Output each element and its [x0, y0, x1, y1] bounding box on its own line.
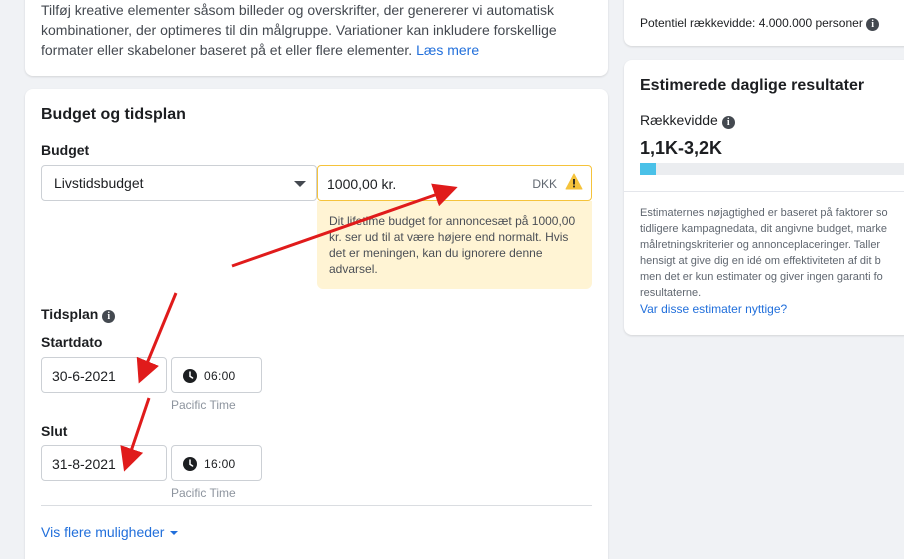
section-title: Budget og tidsplan	[41, 106, 186, 123]
results-title: Estimerede daglige resultater	[640, 77, 865, 94]
budget-amount-input[interactable]: 1000,00 kr. DKK	[317, 165, 592, 201]
budget-label: Budget	[41, 142, 90, 158]
clock-icon	[183, 369, 197, 388]
currency-label: DKK	[532, 177, 557, 191]
start-timezone: Pacific Time	[171, 398, 236, 412]
warning-line: advarsel.	[329, 262, 378, 276]
potential-reach-text: Potentiel rækkevidde: 4.000.000 personer…	[640, 16, 880, 31]
note-line: hensigt at give dig en idé om effektivit…	[640, 255, 881, 267]
budget-schedule-card: Budget og tidsplan Budget Livstidsbudget…	[25, 89, 608, 559]
note-line: målretningskriterier og annonceplacering…	[640, 239, 881, 251]
note-line: men det er kun estimater og giver ingen …	[640, 271, 883, 283]
reach-bar	[640, 163, 904, 175]
divider	[41, 505, 592, 506]
caret-down-icon	[294, 181, 306, 187]
note-line: resultaterne.	[640, 287, 702, 299]
end-date-label: Slut	[41, 423, 68, 439]
reach-bar-fill	[640, 163, 656, 175]
creative-description-line: formater eller skabeloner baseret på et …	[41, 42, 480, 58]
info-icon[interactable]: i	[102, 310, 116, 323]
budget-type-value: Livstidsbudget	[54, 175, 144, 191]
reach-label: Rækkevidde i	[640, 112, 735, 129]
creative-card: Tilføj kreative elementer såsom billeder…	[25, 0, 608, 76]
end-time-value: 16:00	[204, 457, 236, 471]
end-time-input[interactable]: 16:00	[171, 445, 262, 481]
budget-amount-value: 1000,00 kr.	[327, 176, 397, 192]
start-date-label: Startdato	[41, 334, 103, 350]
warning-icon	[565, 173, 583, 195]
estimates-feedback-link[interactable]: Var disse estimater nyttige?	[640, 302, 787, 316]
reach-value: 1,1K-3,2K	[640, 138, 723, 158]
creative-description: Tilføj kreative elementer såsom billeder…	[41, 0, 586, 60]
schedule-label: Tidsplan i	[41, 306, 116, 323]
end-date-input[interactable]: 31-8-2021	[41, 445, 167, 481]
budget-warning: Dit lifetime budget for annoncesæt på 10…	[317, 201, 592, 289]
warning-line: kr. ser ud til at være højere end normal…	[329, 230, 569, 244]
more-options-link[interactable]: Vis flere muligheder	[41, 524, 179, 540]
warning-line: det er meningen, kan du ignorere denne	[329, 246, 543, 260]
end-date-value: 31-8-2021	[52, 456, 116, 472]
start-date-value: 30-6-2021	[52, 368, 116, 384]
info-icon[interactable]: i	[866, 18, 880, 31]
potential-reach-card: Potentiel rækkevidde: 4.000.000 personer…	[624, 0, 904, 46]
start-date-input[interactable]: 30-6-2021	[41, 357, 167, 393]
note-line: tidligere kampagnedata, dit angivne budg…	[640, 223, 888, 235]
estimate-note: Estimaternes nøjagtighed er baseret på f…	[640, 205, 904, 301]
budget-type-select[interactable]: Livstidsbudget	[41, 165, 317, 201]
creative-description-line: Tilføj kreative elementer såsom billeder…	[41, 2, 555, 18]
clock-icon	[183, 457, 197, 476]
start-time-value: 06:00	[204, 369, 236, 383]
estimated-results-card: Estimerede daglige resultater Rækkevidde…	[624, 60, 904, 335]
creative-description-line: kombinationer, der optimeres til din mål…	[41, 22, 557, 38]
end-timezone: Pacific Time	[171, 486, 236, 500]
note-line: Estimaternes nøjagtighed er baseret på f…	[640, 207, 888, 219]
read-more-link[interactable]: Læs mere	[416, 42, 479, 58]
warning-line: Dit lifetime budget for annoncesæt på 10…	[329, 214, 576, 228]
info-icon[interactable]: i	[721, 116, 735, 129]
caret-down-icon	[170, 531, 179, 535]
divider	[624, 191, 904, 192]
start-time-input[interactable]: 06:00	[171, 357, 262, 393]
